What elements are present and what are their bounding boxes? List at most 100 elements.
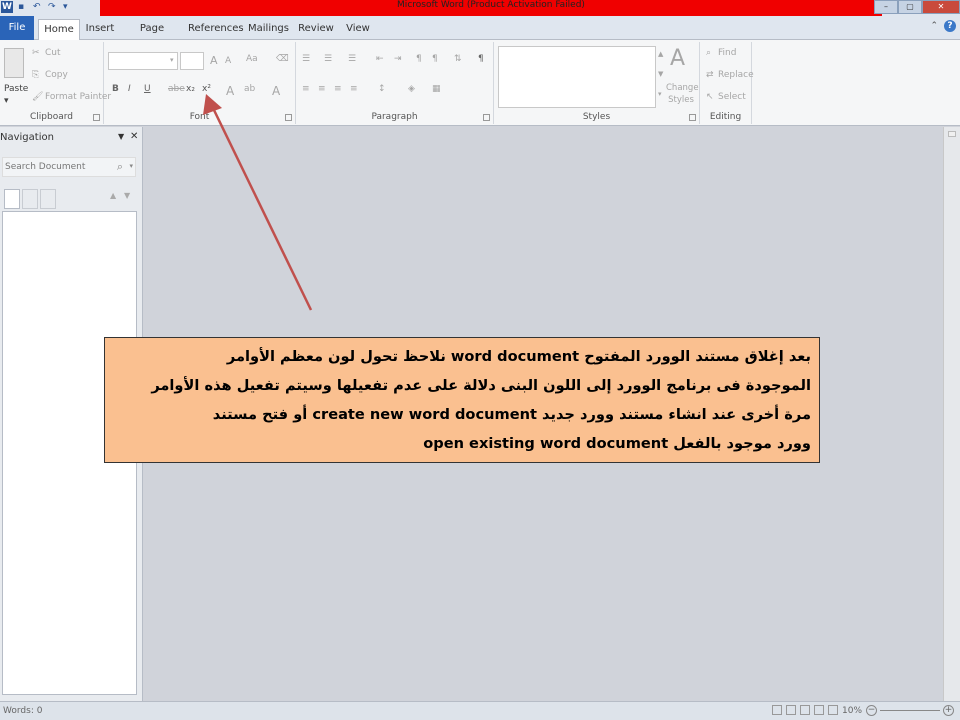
paragraph-launcher-icon[interactable] [483,114,490,121]
clear-formatting-icon[interactable]: ⌫ [276,54,289,64]
redo-icon[interactable]: ↷ [48,2,58,12]
headings-view-icon[interactable] [4,189,20,209]
full-screen-reading-icon[interactable] [786,705,796,715]
styles-launcher-icon[interactable] [689,114,696,121]
increase-indent-icon[interactable]: ⇥ [394,54,402,64]
tab-home[interactable]: Home [38,19,80,40]
draft-icon[interactable] [828,705,838,715]
search-document-input[interactable]: Search Document ⌕ ▾ [2,157,136,177]
status-bar: Words: 0 10% − + [0,701,960,720]
text-effects-icon[interactable]: A [226,84,234,98]
search-dropdown-icon[interactable]: ▾ [129,162,133,170]
restore-button[interactable]: ▢ [898,0,922,14]
font-size-combo[interactable] [180,52,204,70]
word-count[interactable]: Words: 0 [3,706,42,716]
align-center-icon[interactable]: ≡ [318,84,326,94]
font-name-combo[interactable] [108,52,178,70]
close-button[interactable]: ✕ [922,0,960,14]
ltr-icon[interactable]: ¶ [416,54,422,64]
rtl-icon[interactable]: ¶ [432,54,438,64]
align-left-icon[interactable]: ≡ [302,84,310,94]
show-formatting-button[interactable]: ¶ [478,54,484,64]
undo-icon[interactable]: ↶ [33,2,43,12]
web-layout-icon[interactable] [800,705,810,715]
callout-line-1: بعد إغلاق مستند الوورد المفتوح word docu… [226,348,811,365]
styles-group: ▲ ▼ ▾ A Change Styles Styles [494,42,700,124]
shading-icon[interactable]: ◈ [408,84,415,94]
format-painter-icon: 🖌 [32,92,44,102]
nav-previous-icon[interactable]: ▲ [110,191,116,200]
replace-button[interactable]: Replace [718,70,754,80]
cut-button[interactable]: Cut [45,48,61,58]
styles-scroll-down-icon[interactable]: ▼ [658,70,663,78]
find-icon: ⌕ [706,48,712,58]
clipboard-launcher-icon[interactable] [93,114,100,121]
view-ruler-icon[interactable] [948,131,956,137]
align-right-icon[interactable]: ≡ [334,84,342,94]
tab-page-layout[interactable]: Page Layout [124,19,180,53]
subscript-button[interactable]: x₂ [186,84,195,94]
line-spacing-icon[interactable]: ↕ [378,84,386,94]
change-styles-button[interactable]: Change Styles [666,82,699,106]
customize-qat-icon[interactable]: ▾ [63,2,73,12]
find-button[interactable]: Find [718,48,736,58]
decrease-indent-icon[interactable]: ⇤ [376,54,384,64]
tab-insert[interactable]: Insert [84,19,116,40]
borders-icon[interactable]: ▦ [432,84,441,94]
tab-view[interactable]: View [342,19,374,40]
paste-button[interactable]: Paste [4,84,28,94]
select-button[interactable]: Select [718,92,746,102]
save-icon[interactable]: ▪ [18,2,28,12]
format-painter-button[interactable]: Format Painter [45,92,111,102]
tab-review[interactable]: Review [298,19,334,40]
bullets-icon[interactable]: ☰ [302,54,310,64]
change-case-button[interactable]: Aa [246,54,258,64]
minimize-button[interactable]: – [874,0,898,14]
editing-group: ⌕ Find ⇄ Replace ↖ Select Editing [700,42,754,124]
bold-button[interactable]: B [112,84,119,94]
ribbon: Paste ▾ ✂ Cut ⎘ Copy 🖌 Format Painter Cl… [0,40,960,126]
ribbon-collapse-icon[interactable]: ⌃ [930,21,938,31]
outline-icon[interactable] [814,705,824,715]
highlight-icon[interactable]: ab [244,84,255,94]
paste-icon[interactable] [4,48,24,78]
tab-file[interactable]: File [0,16,34,40]
strikethrough-button[interactable]: abe [168,84,185,94]
zoom-level[interactable]: 10% [842,706,862,716]
results-view-icon[interactable] [40,189,56,209]
copy-button[interactable]: Copy [45,70,68,80]
shrink-font-button[interactable]: A [225,56,231,66]
underline-button[interactable]: U [144,84,151,94]
help-icon[interactable]: ? [944,20,956,32]
change-styles-icon[interactable]: A [670,46,685,71]
font-name-dropdown-icon[interactable]: ▾ [170,56,174,64]
styles-gallery[interactable] [498,46,656,108]
nav-close-button[interactable]: ✕ [130,131,138,142]
superscript-button[interactable]: x² [202,84,211,94]
vertical-scrollbar[interactable] [943,127,960,701]
nav-next-icon[interactable]: ▼ [124,191,130,200]
sort-icon[interactable]: ⇅ [454,54,462,64]
tab-references[interactable]: References [188,19,244,40]
numbering-icon[interactable]: ☰ [324,54,332,64]
styles-more-icon[interactable]: ▾ [658,90,662,98]
zoom-in-icon[interactable]: + [943,705,954,716]
nav-menu-icon[interactable]: ▼ [118,132,124,141]
font-color-icon[interactable]: A [272,84,280,98]
zoom-slider[interactable] [880,710,940,711]
grow-font-button[interactable]: A [210,54,218,67]
font-launcher-icon[interactable] [285,114,292,121]
pages-view-icon[interactable] [22,189,38,209]
word-logo-icon[interactable]: W [1,1,13,13]
zoom-out-icon[interactable]: − [866,705,877,716]
nav-view-tabs [4,189,58,209]
print-layout-icon[interactable] [772,705,782,715]
paste-dropdown-icon[interactable]: ▾ [4,96,9,106]
justify-icon[interactable]: ≡ [350,84,358,94]
callout-line-4: وورد موجود بالفعل open existing word doc… [423,435,811,452]
search-icon[interactable]: ⌕ [117,160,123,174]
multilevel-list-icon[interactable]: ☰ [348,54,356,64]
italic-button[interactable]: I [128,84,131,94]
tab-mailings[interactable]: Mailings [248,19,289,40]
styles-scroll-up-icon[interactable]: ▲ [658,50,663,58]
